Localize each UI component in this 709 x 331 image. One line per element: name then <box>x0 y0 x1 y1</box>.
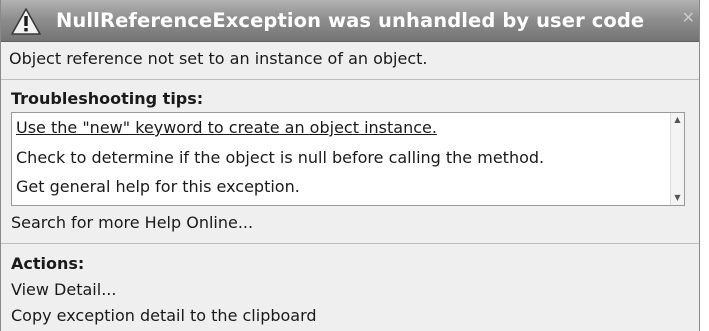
copy-exception-detail-link[interactable]: Copy exception detail to the clipboard <box>11 306 317 325</box>
dialog-titlebar: NullReferenceException was unhandled by … <box>1 0 699 42</box>
scroll-down-icon[interactable]: ▼ <box>671 191 684 205</box>
troubleshooting-tips-list: Use the "new" keyword to create an objec… <box>11 112 685 206</box>
tips-scrollbar[interactable]: ▲ ▼ <box>670 113 684 205</box>
tip-link[interactable]: Use the "new" keyword to create an objec… <box>16 118 437 137</box>
troubleshooting-heading: Troubleshooting tips: <box>11 89 204 108</box>
close-icon[interactable]: ✕ <box>682 10 695 26</box>
exception-assistant-dialog: NullReferenceException was unhandled by … <box>0 0 700 331</box>
actions-heading: Actions: <box>11 254 85 273</box>
tip-link[interactable]: Get general help for this exception. <box>16 177 300 196</box>
divider <box>1 79 699 80</box>
tip-link[interactable]: Check to determine if the object is null… <box>16 148 544 167</box>
exception-message: Object reference not set to an instance … <box>9 49 428 68</box>
view-detail-link[interactable]: View Detail... <box>11 280 116 299</box>
dialog-title: NullReferenceException was unhandled by … <box>56 9 645 32</box>
divider <box>1 243 699 244</box>
search-help-online-link[interactable]: Search for more Help Online... <box>11 213 253 232</box>
warning-icon <box>11 8 41 35</box>
scroll-up-icon[interactable]: ▲ <box>671 113 684 127</box>
